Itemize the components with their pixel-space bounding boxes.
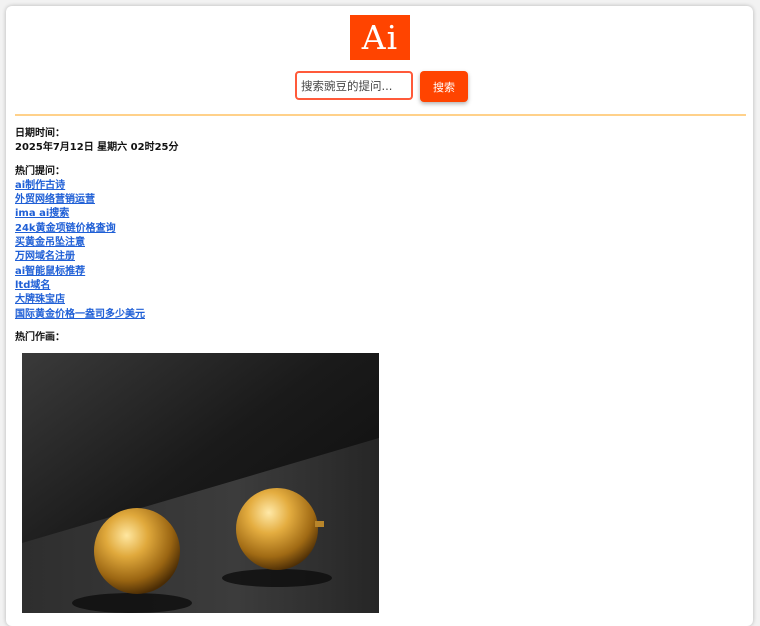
hot-drawings-label: 热门作画： <box>15 331 65 343</box>
hot-questions-list: ai制作古诗 外贸网络营销运营 ima ai搜索 24k黄金项链价格查询 买黄金… <box>15 179 735 322</box>
hot-question-link[interactable]: 外贸网络营销运营 <box>15 193 735 207</box>
hot-question-link[interactable]: 24k黄金项链价格查询 <box>15 222 735 236</box>
page-card: Ai 搜索 日期时间： 2025年7月12日 星期六 02时25分 热门提问： … <box>6 6 753 626</box>
hot-question-link[interactable]: ai制作古诗 <box>15 179 735 193</box>
datetime-label: 日期时间： <box>15 128 65 139</box>
gold-earrings-image[interactable] <box>22 353 379 613</box>
hot-question-link[interactable]: 国际黄金价格一盎司多少美元 <box>15 308 735 322</box>
datetime-value: 2025年7月12日 星期六 02时25分 <box>15 142 179 154</box>
hot-question-link[interactable]: 买黄金吊坠注意 <box>15 236 735 250</box>
datetime-section: 日期时间： 2025年7月12日 星期六 02时25分 <box>15 127 735 156</box>
hot-question-link[interactable]: ai智能鼠标推荐 <box>15 265 735 279</box>
hot-question-link[interactable]: ltd域名 <box>15 279 735 293</box>
search-button[interactable]: 搜索 <box>420 71 468 102</box>
header-divider <box>15 114 746 116</box>
hot-questions-section: 热门提问： ai制作古诗 外贸网络营销运营 ima ai搜索 24k黄金项链价格… <box>15 165 735 322</box>
hot-drawings-section: 热门作画： <box>15 331 735 345</box>
main-content: 日期时间： 2025年7月12日 星期六 02时25分 热门提问： ai制作古诗… <box>15 127 735 354</box>
search-input[interactable] <box>295 71 413 100</box>
hot-question-link[interactable]: ima ai搜索 <box>15 207 735 221</box>
hot-question-link[interactable]: 万网域名注册 <box>15 250 735 264</box>
hot-questions-label: 热门提问： <box>15 165 65 177</box>
hot-question-link[interactable]: 大牌珠宝店 <box>15 293 735 307</box>
ai-logo[interactable]: Ai <box>350 15 410 60</box>
